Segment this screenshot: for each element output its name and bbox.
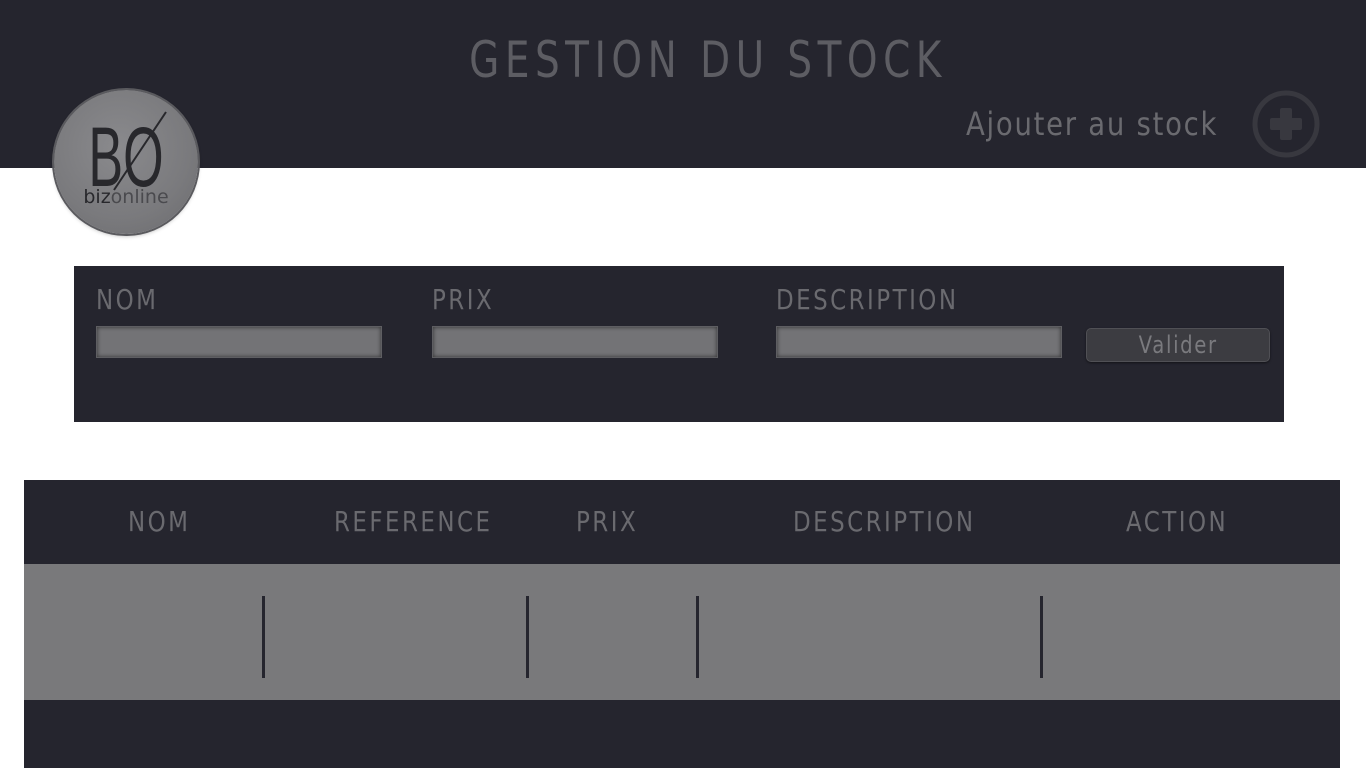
col-header-prix: PRIX bbox=[576, 505, 639, 538]
col-header-action: ACTION bbox=[1126, 505, 1229, 538]
prix-field-label: PRIX bbox=[432, 283, 495, 316]
add-to-stock-label: Ajouter au stock bbox=[966, 105, 1219, 143]
column-divider bbox=[696, 596, 699, 678]
col-header-description: DESCRIPTION bbox=[793, 505, 976, 538]
plus-circle-icon[interactable] bbox=[1252, 90, 1320, 158]
column-divider bbox=[262, 596, 265, 678]
add-to-stock-button[interactable]: Ajouter au stock bbox=[960, 90, 1330, 158]
column-divider bbox=[526, 596, 529, 678]
stock-table: NOM REFERENCE PRIX DESCRIPTION ACTION bbox=[24, 480, 1340, 768]
description-field-label: DESCRIPTION bbox=[776, 283, 959, 316]
col-header-reference: REFERENCE bbox=[334, 505, 493, 538]
col-header-nom: NOM bbox=[128, 505, 191, 538]
nom-field-label: NOM bbox=[96, 283, 159, 316]
app-header: GESTION DU STOCK Ajouter au stock bbox=[0, 0, 1366, 168]
page-title: GESTION DU STOCK bbox=[469, 31, 947, 89]
column-divider bbox=[1040, 596, 1043, 678]
validate-button-label: Valider bbox=[1138, 331, 1218, 359]
bizonline-logo: BO bizonline bbox=[54, 90, 198, 234]
prix-input[interactable] bbox=[432, 326, 718, 358]
logo-brand-biz: biz bbox=[83, 186, 110, 208]
table-row bbox=[24, 564, 1340, 700]
nom-input[interactable] bbox=[96, 326, 382, 358]
logo-brand-online: online bbox=[111, 186, 169, 208]
validate-button[interactable]: Valider bbox=[1086, 328, 1270, 362]
svg-text:bizonline: bizonline bbox=[83, 186, 168, 208]
add-product-form: NOM PRIX DESCRIPTION Valider bbox=[74, 266, 1284, 422]
description-input[interactable] bbox=[776, 326, 1062, 358]
